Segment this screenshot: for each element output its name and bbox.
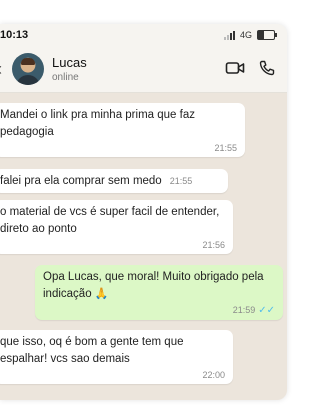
- message-bubble[interactable]: Mandei o link pra minha prima que faz pe…: [0, 103, 245, 157]
- back-chevron-icon[interactable]: ‹: [0, 59, 10, 80]
- message-time: 21:56: [202, 240, 225, 250]
- contact-info[interactable]: Lucas online: [52, 55, 87, 83]
- contact-status: online: [52, 72, 79, 83]
- avatar[interactable]: [12, 53, 44, 85]
- phone-frame: 10:13 4G ‹ Lucas online Mande: [0, 24, 287, 400]
- message-bubble[interactable]: o material de vcs é super facil de enten…: [0, 200, 233, 254]
- pray-emoji: 🙏: [94, 288, 109, 300]
- chat-area[interactable]: Mandei o link pra minha prima que faz pe…: [0, 93, 287, 400]
- status-indicators: 4G: [223, 30, 277, 40]
- message-meta: 21:59 ✓✓: [43, 304, 275, 317]
- contact-name: Lucas: [52, 55, 87, 70]
- message-text: falei pra ela comprar sem medo: [0, 175, 162, 187]
- message-time: 21:55: [214, 143, 237, 153]
- signal-icon: [223, 30, 235, 40]
- message-time: 22:00: [202, 370, 225, 380]
- video-camera-icon[interactable]: [225, 60, 245, 76]
- network-label: 4G: [239, 30, 252, 40]
- message-time: 21:59: [232, 305, 256, 315]
- status-bar: 10:13 4G: [0, 24, 287, 46]
- battery-icon: [257, 30, 277, 40]
- message-text: o material de vcs é super facil de enten…: [0, 206, 220, 235]
- message-text: que isso, oq é bom a gente tem que espal…: [0, 336, 184, 365]
- message-text: Mandei o link pra minha prima que faz pe…: [0, 109, 195, 138]
- message-bubble[interactable]: que isso, oq é bom a gente tem que espal…: [0, 330, 233, 384]
- message-text: Opa Lucas, que moral! Muito obrigado pel…: [43, 271, 264, 300]
- phone-icon[interactable]: [259, 60, 275, 76]
- chat-header: ‹ Lucas online: [0, 46, 287, 93]
- message-time: 21:55: [169, 176, 193, 186]
- read-ticks-icon: ✓✓: [258, 305, 275, 316]
- message-bubble-outgoing[interactable]: Opa Lucas, que moral! Muito obrigado pel…: [35, 265, 283, 320]
- message-bubble[interactable]: falei pra ela comprar sem medo 21:55: [0, 169, 228, 193]
- header-actions: [225, 60, 275, 76]
- status-time: 10:13: [0, 29, 29, 41]
